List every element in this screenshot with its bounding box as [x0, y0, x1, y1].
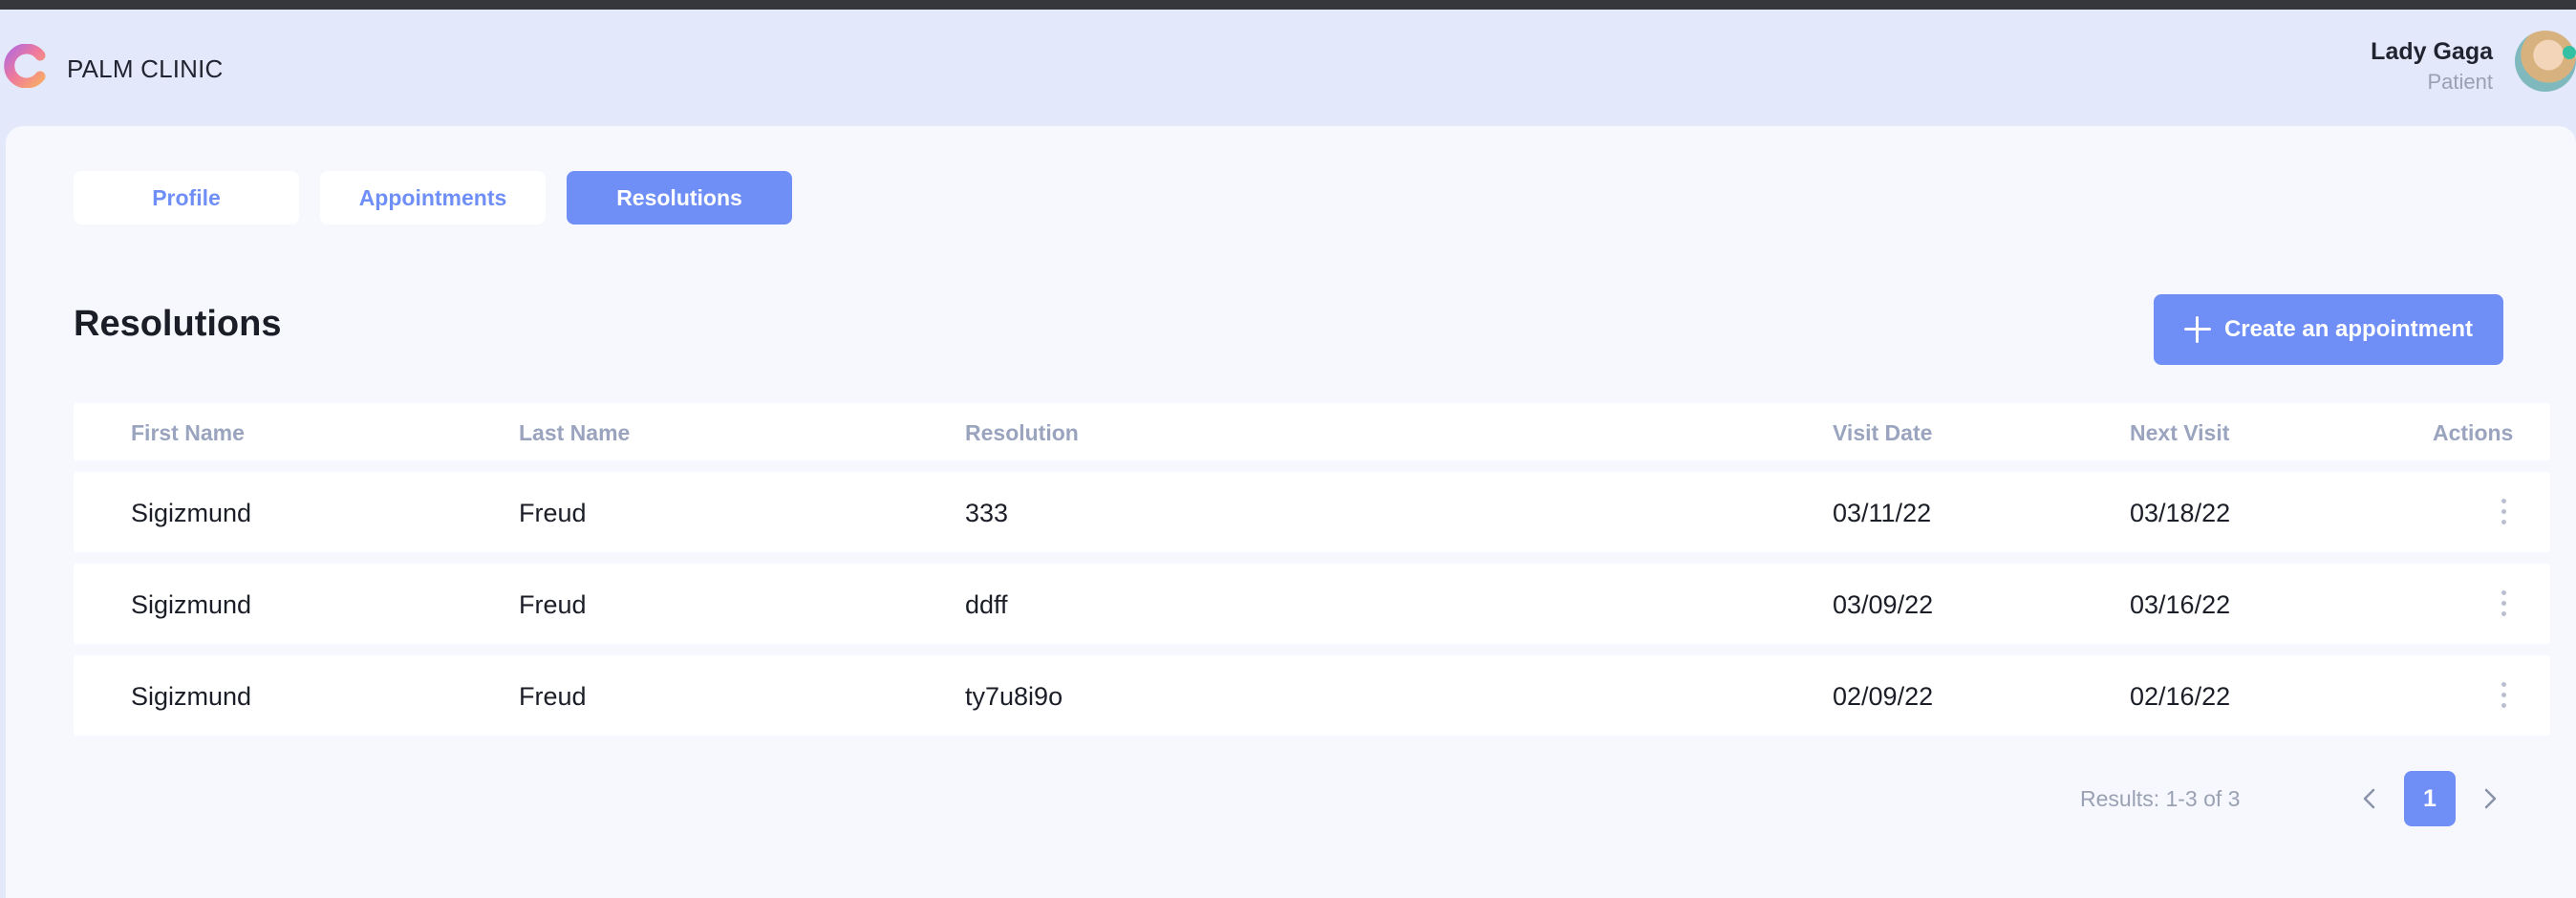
row-actions-menu-icon[interactable] — [2499, 499, 2508, 527]
row-actions-menu-icon[interactable] — [2499, 682, 2508, 711]
cell-next-visit: 02/16/22 — [2130, 682, 2231, 711]
cell-next-visit: 03/18/22 — [2130, 499, 2231, 527]
cell-visit-date: 03/09/22 — [1833, 590, 1934, 619]
header-next-visit[interactable]: Next Visit — [2130, 420, 2229, 446]
header-last-name[interactable]: Last Name — [519, 420, 630, 446]
chevron-right-icon — [2484, 788, 2497, 809]
results-count: Results: 1-3 of 3 — [2080, 786, 2241, 811]
create-appointment-label: Create an appointment — [2223, 316, 2474, 342]
chevron-left-icon — [2363, 788, 2375, 809]
header-visit-date[interactable]: Visit Date — [1833, 420, 1932, 446]
user-name: Lady Gaga — [2371, 38, 2493, 65]
user-role: Patient — [2427, 70, 2494, 94]
table-header: First Name Last Name Resolution Visit Da… — [74, 403, 2550, 460]
header-resolution[interactable]: Resolution — [965, 420, 1079, 446]
table-row[interactable]: Sigizmund Freud 333 03/11/22 03/18/22 — [74, 472, 2550, 552]
palm-clinic-logo-icon — [4, 44, 46, 88]
previous-page-button[interactable] — [2352, 781, 2387, 816]
cell-first-name: Sigizmund — [131, 590, 252, 619]
cell-last-name: Freud — [519, 682, 587, 711]
tab-profile[interactable]: Profile — [74, 171, 299, 224]
page-title: Resolutions — [74, 304, 282, 344]
cell-visit-date: 03/11/22 — [1833, 499, 1932, 527]
cell-first-name: Sigizmund — [131, 499, 252, 527]
tab-resolutions[interactable]: Resolutions — [567, 171, 792, 224]
cell-resolution: 333 — [965, 499, 1009, 527]
create-appointment-button[interactable]: Create an appointment — [2154, 294, 2503, 365]
cell-resolution: ddff — [965, 590, 1008, 619]
user-avatar[interactable] — [2515, 31, 2576, 92]
brand-name: PALM CLINIC — [67, 54, 224, 83]
next-page-button[interactable] — [2473, 781, 2507, 816]
table-row[interactable]: Sigizmund Freud ddff 03/09/22 03/16/22 — [74, 564, 2550, 644]
cell-last-name: Freud — [519, 590, 587, 619]
online-status-dot — [2563, 46, 2576, 59]
window-top-bar — [0, 0, 2576, 10]
cell-resolution: ty7u8i9o — [965, 682, 1063, 711]
table-row[interactable]: Sigizmund Freud ty7u8i9o 02/09/22 02/16/… — [74, 655, 2550, 736]
cell-next-visit: 03/16/22 — [2130, 590, 2231, 619]
header-actions: Actions — [2433, 420, 2514, 445]
cell-visit-date: 02/09/22 — [1833, 682, 1934, 711]
tab-appointments[interactable]: Appointments — [320, 171, 546, 224]
cell-first-name: Sigizmund — [131, 682, 252, 711]
header-first-name[interactable]: First Name — [131, 420, 245, 446]
cell-last-name: Freud — [519, 499, 587, 527]
row-actions-menu-icon[interactable] — [2499, 590, 2508, 619]
plus-icon — [2183, 316, 2211, 343]
page-number-button[interactable]: 1 — [2404, 771, 2456, 826]
app-header: PALM CLINIC Lady Gaga Patient — [0, 10, 2576, 126]
